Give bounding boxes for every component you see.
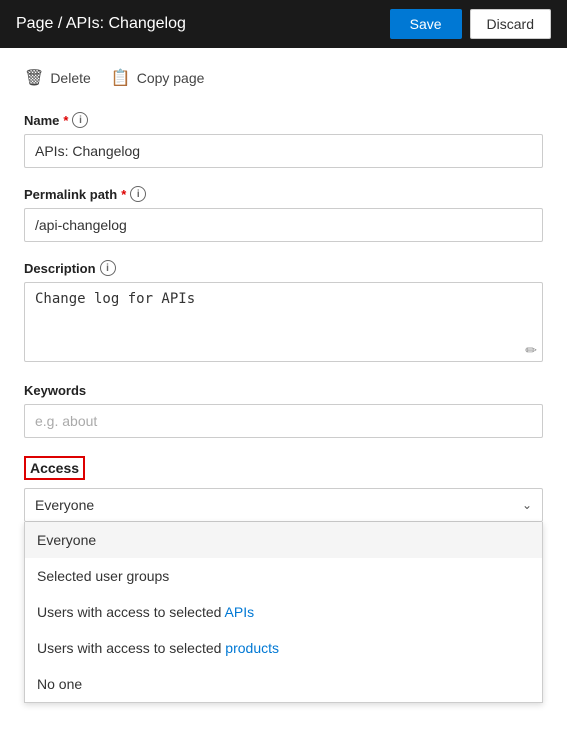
description-info-icon[interactable]: i	[100, 260, 116, 276]
toolbar: 🗑 Delete 📋 Copy page	[24, 68, 543, 88]
access-selected-value: Everyone	[35, 497, 94, 513]
access-label: Access	[24, 456, 85, 480]
access-option-no-one[interactable]: No one	[25, 666, 542, 702]
save-button[interactable]: Save	[390, 9, 462, 39]
delete-button[interactable]: 🗑 Delete	[24, 68, 91, 88]
copy-page-button[interactable]: 📋 Copy page	[111, 68, 205, 88]
permalink-info-icon[interactable]: i	[130, 186, 146, 202]
permalink-required: *	[121, 187, 126, 202]
permalink-field-group: Permalink path * i	[24, 186, 543, 242]
description-textarea[interactable]: Change log for APIs	[24, 282, 543, 362]
header: Page / APIs: Changelog Save Discard	[0, 0, 567, 48]
chevron-down-icon: ⌄	[522, 498, 532, 512]
description-label: Description i	[24, 260, 543, 276]
name-field-group: Name * i	[24, 112, 543, 168]
name-label: Name * i	[24, 112, 543, 128]
description-field-group: Description i Change log for APIs ✏	[24, 260, 543, 365]
access-option-selected-products[interactable]: Users with access to selected products	[25, 630, 542, 666]
access-option-selected-groups[interactable]: Selected user groups	[25, 558, 542, 594]
copy-page-label: Copy page	[137, 70, 205, 86]
permalink-label: Permalink path * i	[24, 186, 543, 202]
keywords-input[interactable]	[24, 404, 543, 438]
access-option-selected-apis[interactable]: Users with access to selected APIs	[25, 594, 542, 630]
delete-icon: 🗑	[24, 68, 44, 88]
keywords-field-group: Keywords	[24, 383, 543, 438]
description-wrapper: Change log for APIs ✏	[24, 282, 543, 365]
page-title: Page / APIs: Changelog	[16, 15, 186, 33]
access-dropdown-wrapper: Everyone ⌄ Everyone Selected user groups…	[24, 488, 543, 522]
delete-label: Delete	[50, 70, 90, 86]
access-dropdown-options: Everyone Selected user groups Users with…	[24, 522, 543, 703]
access-field-group: Access Everyone ⌄ Everyone Selected user…	[24, 456, 543, 522]
discard-button[interactable]: Discard	[470, 9, 551, 39]
copy-icon: 📋	[111, 68, 131, 88]
name-input[interactable]	[24, 134, 543, 168]
access-dropdown[interactable]: Everyone ⌄	[24, 488, 543, 522]
content-area: 🗑 Delete 📋 Copy page Name * i Permalink …	[0, 48, 567, 560]
access-option-everyone[interactable]: Everyone	[25, 522, 542, 558]
header-actions: Save Discard	[390, 9, 551, 39]
name-required: *	[63, 113, 68, 128]
edit-icon: ✏	[525, 342, 537, 359]
name-info-icon[interactable]: i	[72, 112, 88, 128]
keywords-label: Keywords	[24, 383, 543, 398]
permalink-input[interactable]	[24, 208, 543, 242]
